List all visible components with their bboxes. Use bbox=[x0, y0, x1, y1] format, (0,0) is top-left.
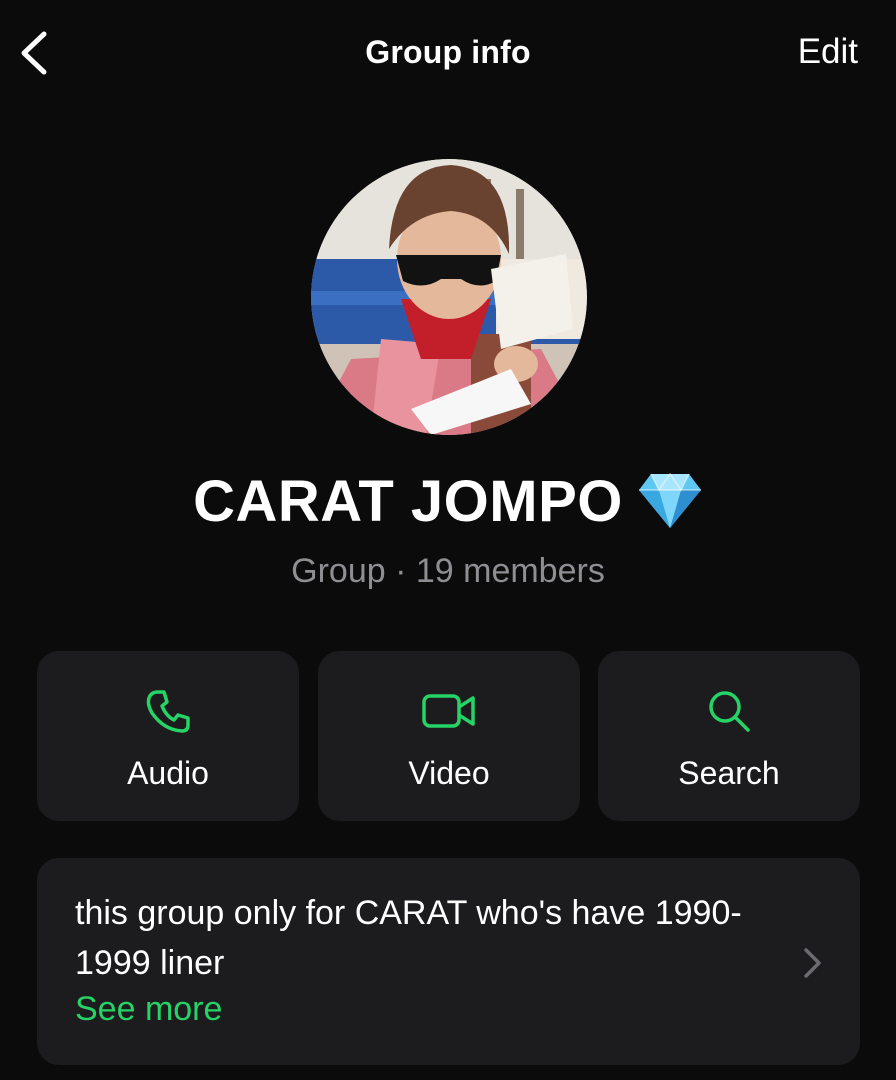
header-bar: Group info Edit bbox=[0, 0, 896, 110]
diamond-icon bbox=[637, 470, 703, 530]
audio-label: Audio bbox=[127, 755, 209, 791]
phone-icon bbox=[146, 690, 190, 733]
group-description: this group only for CARAT who's have 199… bbox=[75, 894, 742, 982]
see-more-link[interactable]: See more bbox=[75, 990, 222, 1029]
group-member-count: Group · 19 members bbox=[291, 552, 605, 590]
group-avatar[interactable] bbox=[311, 159, 587, 435]
chevron-right-icon bbox=[804, 948, 821, 978]
video-call-button[interactable]: Video bbox=[318, 651, 580, 821]
audio-call-button[interactable]: Audio bbox=[37, 651, 299, 821]
video-camera-icon bbox=[422, 694, 475, 728]
group-description-card[interactable]: this group only for CARAT who's have 199… bbox=[37, 858, 860, 1065]
page-title: Group info bbox=[365, 34, 531, 70]
search-icon bbox=[709, 691, 750, 732]
video-label: Video bbox=[408, 755, 490, 791]
search-button[interactable]: Search bbox=[598, 651, 860, 821]
action-buttons: Audio Video Search bbox=[37, 651, 860, 821]
group-name-row: CARAT JOMPO bbox=[0, 468, 896, 535]
edit-button[interactable]: Edit bbox=[798, 32, 858, 72]
search-label: Search bbox=[678, 755, 780, 791]
group-avatar-image bbox=[311, 159, 587, 435]
group-name: CARAT JOMPO bbox=[193, 469, 623, 534]
